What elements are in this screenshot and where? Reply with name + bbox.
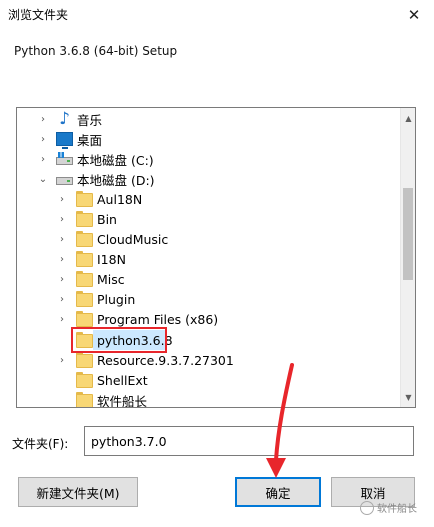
- folder-icon: [76, 271, 93, 287]
- scrollbar-thumb[interactable]: [403, 188, 413, 280]
- tree-item-label: 本地磁盘 (C:): [77, 152, 154, 168]
- tree-item-folder[interactable]: ShellExt: [17, 370, 400, 390]
- tree-item-label: 桌面: [77, 132, 103, 148]
- tree-item-label: Program Files (x86): [97, 311, 219, 327]
- music-icon: ♪: [59, 109, 70, 129]
- tree-item-label: Resource.9.3.7.27301: [97, 352, 234, 368]
- title-bar: 浏览文件夹 ✕: [0, 0, 434, 30]
- tree-item-label: 音乐: [77, 112, 103, 128]
- folder-icon: [76, 211, 93, 227]
- window-title: 浏览文件夹: [8, 8, 69, 22]
- tree-item-folder[interactable]: › CloudMusic: [17, 229, 400, 249]
- close-icon[interactable]: ✕: [394, 0, 434, 30]
- collapse-icon[interactable]: ⌄: [38, 174, 48, 185]
- folder-icon: [76, 231, 93, 247]
- expand-icon[interactable]: ›: [57, 194, 67, 205]
- tree-item-folder[interactable]: › Aul18N: [17, 189, 400, 209]
- dialog-subtitle: Python 3.6.8 (64-bit) Setup: [14, 44, 178, 58]
- watermark: 软件船长: [360, 500, 417, 515]
- expand-icon[interactable]: ›: [57, 254, 67, 265]
- expand-icon[interactable]: ›: [38, 134, 48, 145]
- folder-field-label: 文件夹(F):: [12, 437, 69, 451]
- tree-item-drive-c[interactable]: › 本地磁盘 (C:): [17, 149, 400, 169]
- new-folder-button[interactable]: 新建文件夹(M): [18, 477, 138, 507]
- scroll-down-icon[interactable]: ▼: [401, 389, 415, 405]
- tree-item-label: 本地磁盘 (D:): [77, 172, 155, 188]
- tree-item-label: Misc: [97, 271, 125, 287]
- tree-item-label: Bin: [97, 211, 117, 227]
- drive-c-icon: [56, 152, 73, 165]
- annotation-highlight-box: [71, 327, 167, 353]
- folder-icon: [76, 392, 93, 407]
- tree-item-label: ShellExt: [97, 372, 148, 388]
- expand-icon[interactable]: ›: [38, 114, 48, 125]
- folder-icon: [76, 251, 93, 267]
- expand-icon[interactable]: ›: [57, 355, 67, 366]
- tree-item-folder[interactable]: › I18N: [17, 249, 400, 269]
- folder-icon: [76, 352, 93, 368]
- vertical-scrollbar[interactable]: ▲ ▼: [400, 108, 415, 407]
- expand-icon[interactable]: ›: [38, 154, 48, 165]
- expand-icon[interactable]: ›: [57, 234, 67, 245]
- tree-item-label: Plugin: [97, 291, 136, 307]
- folder-icon: [76, 291, 93, 307]
- tree-item-music[interactable]: › ♪ 音乐: [17, 109, 400, 129]
- tree-item-label: 软件船长: [97, 393, 148, 408]
- folder-input[interactable]: [84, 426, 414, 456]
- tree-item-folder[interactable]: 软件船长: [17, 390, 400, 408]
- watermark-text: 软件船长: [377, 504, 417, 515]
- desktop-icon: [56, 132, 73, 149]
- tree-item-desktop[interactable]: › 桌面: [17, 129, 400, 149]
- scroll-up-icon[interactable]: ▲: [401, 110, 415, 126]
- ok-button[interactable]: 确定: [235, 477, 321, 507]
- watermark-logo-icon: [360, 500, 374, 515]
- tree-item-folder[interactable]: › Program Files (x86): [17, 309, 400, 329]
- tree-item-folder[interactable]: › Plugin: [17, 289, 400, 309]
- expand-icon[interactable]: ›: [57, 214, 67, 225]
- tree-item-label: I18N: [97, 251, 126, 267]
- tree-item-label: Aul18N: [97, 191, 143, 207]
- tree-item-folder[interactable]: › Bin: [17, 209, 400, 229]
- tree-item-folder[interactable]: › Misc: [17, 269, 400, 289]
- folder-icon: [76, 372, 93, 388]
- tree-item-folder[interactable]: › Resource.9.3.7.27301: [17, 350, 400, 370]
- expand-icon[interactable]: ›: [57, 314, 67, 325]
- tree-item-drive-d[interactable]: ⌄ 本地磁盘 (D:): [17, 169, 400, 189]
- folder-icon: [76, 191, 93, 207]
- drive-d-icon: [56, 177, 73, 185]
- folder-icon: [76, 311, 93, 327]
- expand-icon[interactable]: ›: [57, 274, 67, 285]
- expand-icon[interactable]: ›: [57, 294, 67, 305]
- tree-item-label: CloudMusic: [97, 231, 169, 247]
- folder-tree[interactable]: › ♪ 音乐 › 桌面 › 本地磁盘 (C:) ⌄ 本地磁盘 (D:) › Au…: [16, 107, 416, 408]
